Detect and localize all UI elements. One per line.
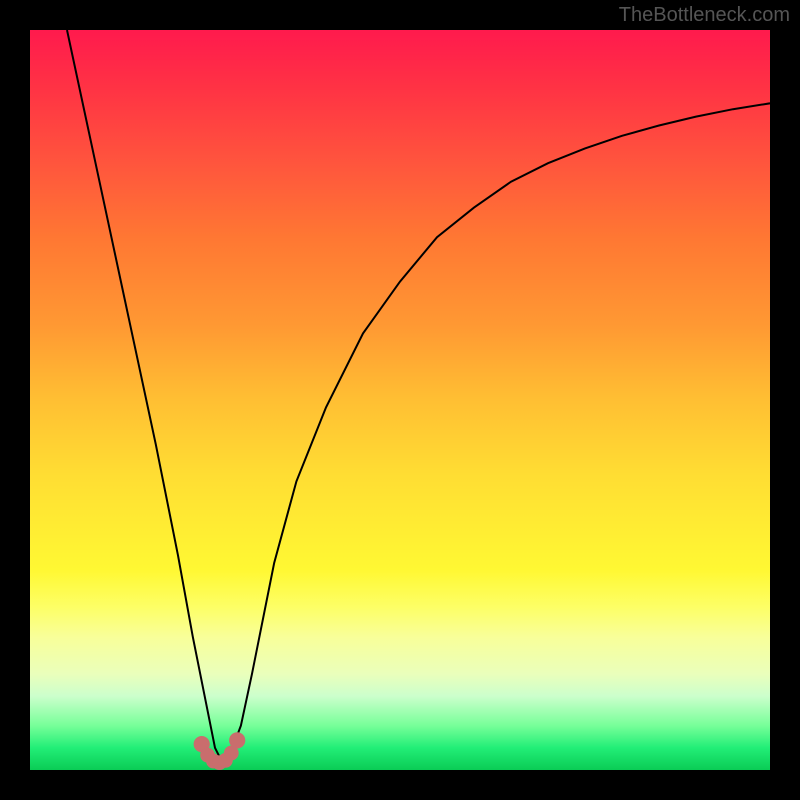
marker-point (229, 732, 245, 748)
marker-group (194, 732, 246, 770)
watermark: TheBottleneck.com (619, 4, 790, 27)
watermark-text: TheBottleneck.com (619, 4, 790, 26)
chart-canvas (30, 30, 770, 770)
bottleneck-curve (67, 30, 770, 763)
plot-area (30, 30, 770, 770)
